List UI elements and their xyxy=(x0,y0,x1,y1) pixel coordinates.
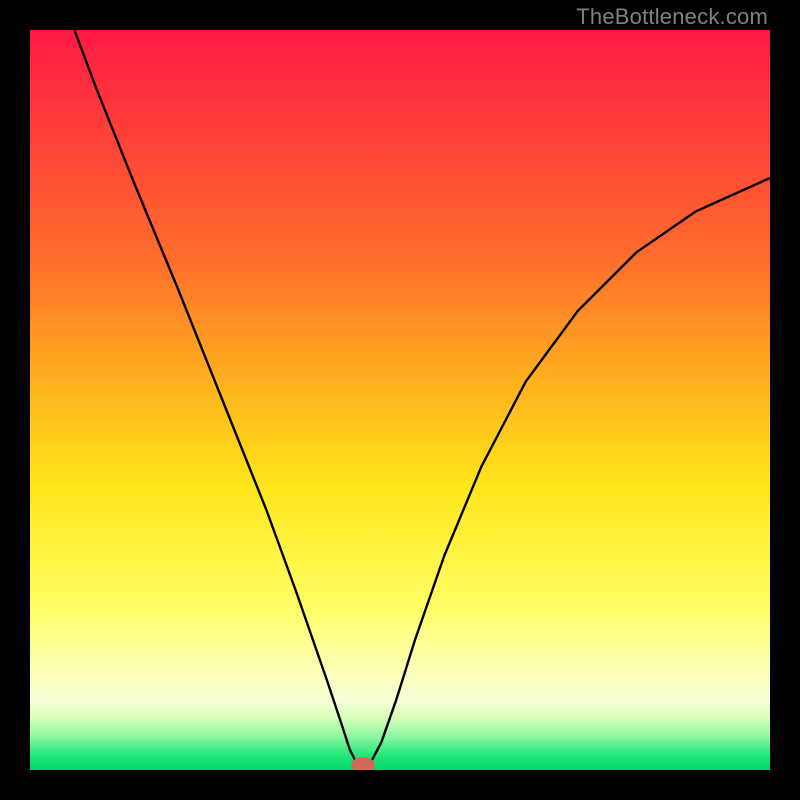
chart-background xyxy=(30,30,770,770)
chart-svg xyxy=(30,30,770,770)
watermark-text: TheBottleneck.com xyxy=(576,4,768,30)
chart-frame xyxy=(30,30,770,770)
